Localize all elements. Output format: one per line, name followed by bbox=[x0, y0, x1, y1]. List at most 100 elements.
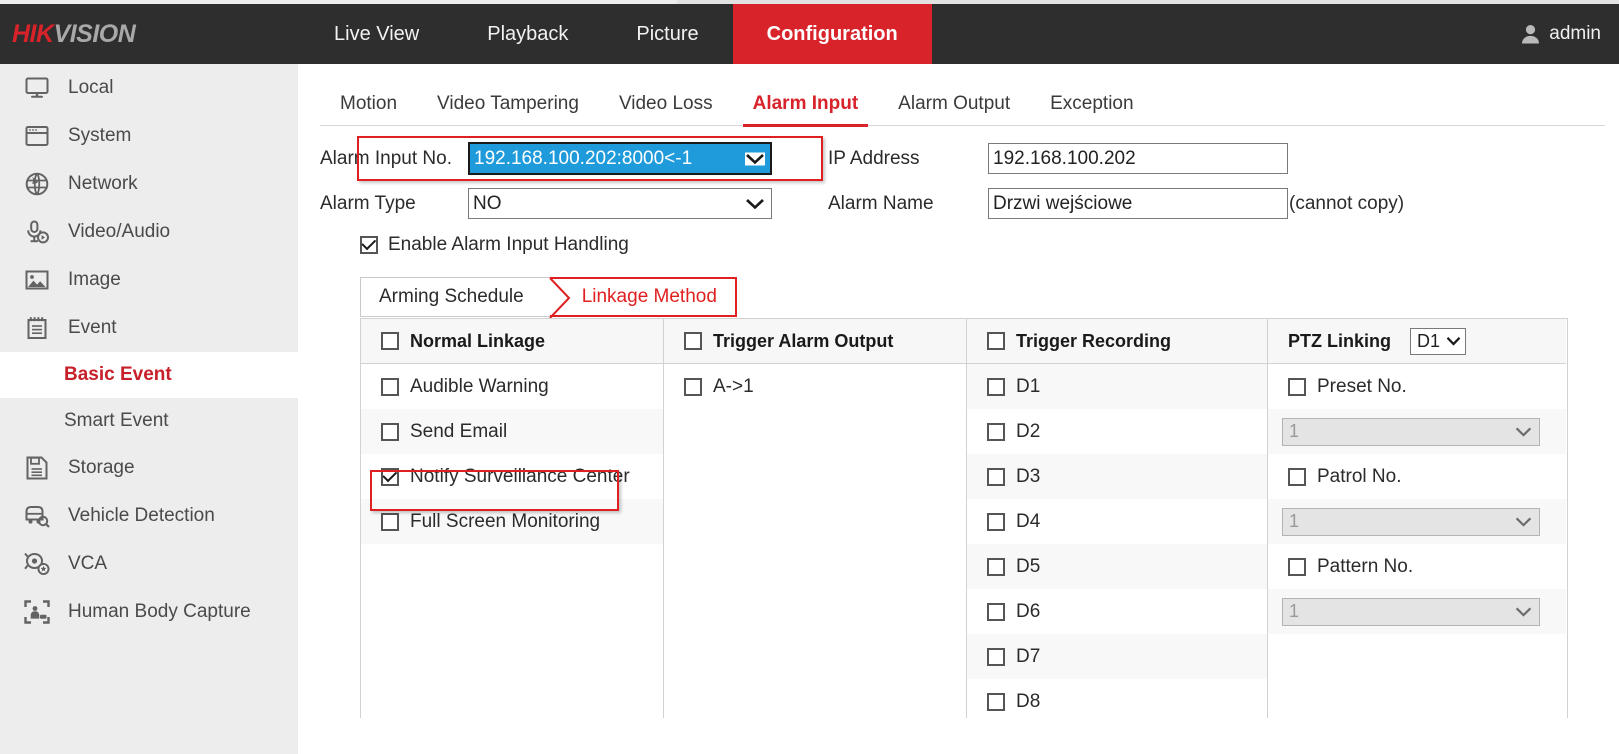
tab-exception[interactable]: Exception bbox=[1030, 93, 1153, 125]
crumb-linkage-method-label: Linkage Method bbox=[582, 286, 717, 308]
patrol-no-label: Patrol No. bbox=[1317, 466, 1401, 488]
alarm-output-a1-checkbox[interactable] bbox=[684, 378, 702, 396]
full-screen-monitoring-checkbox[interactable] bbox=[381, 513, 399, 531]
list-item[interactable]: Preset No. bbox=[1268, 364, 1566, 409]
audible-warning-checkbox[interactable] bbox=[381, 378, 399, 396]
nav-playback[interactable]: Playback bbox=[453, 4, 602, 64]
list-item[interactable]: Notify Surveillance Center bbox=[361, 454, 663, 499]
trigger-recording-header: Trigger Recording bbox=[967, 319, 1267, 364]
alarm-input-no-select[interactable]: 192.168.100.202:8000<-1 bbox=[468, 142, 772, 175]
patrol-no-checkbox[interactable] bbox=[1288, 468, 1306, 486]
notify-surveillance-center-label: Notify Surveillance Center bbox=[410, 466, 630, 488]
list-item[interactable]: D3 bbox=[967, 454, 1267, 499]
recording-d7-checkbox[interactable] bbox=[987, 648, 1005, 666]
crumb-linkage-method[interactable]: Linkage Method bbox=[550, 277, 737, 317]
tab-motion[interactable]: Motion bbox=[320, 93, 417, 125]
nav-live-view[interactable]: Live View bbox=[300, 4, 453, 64]
sidebar-item-event-label: Event bbox=[68, 317, 117, 339]
monitor-icon bbox=[22, 77, 52, 99]
sidebar-item-image[interactable]: Image bbox=[0, 256, 298, 304]
alarm-type-select[interactable]: NO bbox=[468, 188, 772, 219]
recording-d3-checkbox[interactable] bbox=[987, 468, 1005, 486]
recording-d4-checkbox[interactable] bbox=[987, 513, 1005, 531]
list-item[interactable]: A->1 bbox=[664, 364, 966, 409]
alarm-name-field[interactable] bbox=[988, 188, 1288, 219]
recording-d6-checkbox[interactable] bbox=[987, 603, 1005, 621]
header-user-area[interactable]: admin bbox=[1521, 4, 1619, 64]
list-item[interactable]: D7 bbox=[967, 634, 1267, 679]
nav-picture[interactable]: Picture bbox=[602, 4, 732, 64]
list-item[interactable]: Audible Warning bbox=[361, 364, 663, 409]
notepad-icon bbox=[22, 316, 52, 340]
page-root: HIKVISION Live View Playback Picture Con… bbox=[0, 0, 1619, 754]
sidebar-item-network-label: Network bbox=[68, 173, 138, 195]
patrol-no-select[interactable]: 1 bbox=[1282, 508, 1540, 536]
sidebar-item-video-audio[interactable]: Video/Audio bbox=[0, 208, 298, 256]
enable-alarm-input-handling-checkbox[interactable] bbox=[360, 236, 378, 254]
recording-d8-checkbox[interactable] bbox=[987, 693, 1005, 711]
trigger-recording-select-all-checkbox[interactable] bbox=[987, 332, 1005, 350]
preset-no-select[interactable]: 1 bbox=[1282, 418, 1540, 446]
sidebar-item-system[interactable]: System bbox=[0, 112, 298, 160]
tab-exception-label: Exception bbox=[1050, 93, 1133, 114]
sidebar-item-vca-label: VCA bbox=[68, 553, 107, 575]
ptz-linking-header: PTZ Linking D1 bbox=[1268, 319, 1566, 364]
send-email-checkbox[interactable] bbox=[381, 423, 399, 441]
recording-d1-label: D1 bbox=[1016, 376, 1040, 398]
tab-video-tampering[interactable]: Video Tampering bbox=[417, 93, 599, 125]
recording-d1-checkbox[interactable] bbox=[987, 378, 1005, 396]
list-item[interactable]: D8 bbox=[967, 679, 1267, 718]
crumb-arming-schedule[interactable]: Arming Schedule bbox=[360, 277, 550, 317]
list-item[interactable]: D4 bbox=[967, 499, 1267, 544]
cannot-copy-note: (cannot copy) bbox=[1289, 193, 1404, 215]
pattern-no-label: Pattern No. bbox=[1317, 556, 1413, 578]
sidebar-item-network[interactable]: Network bbox=[0, 160, 298, 208]
trigger-alarm-output-select-all-checkbox[interactable] bbox=[684, 332, 702, 350]
sidebar-item-local[interactable]: Local bbox=[0, 64, 298, 112]
enable-alarm-input-handling-row[interactable]: Enable Alarm Input Handling bbox=[360, 234, 629, 256]
hikvision-logo[interactable]: HIKVISION bbox=[0, 4, 300, 64]
list-item[interactable]: Pattern No. bbox=[1268, 544, 1566, 589]
nav-configuration[interactable]: Configuration bbox=[733, 4, 932, 64]
list-item[interactable]: D2 bbox=[967, 409, 1267, 454]
recording-d5-checkbox[interactable] bbox=[987, 558, 1005, 576]
list-item[interactable]: Patrol No. bbox=[1268, 454, 1566, 499]
list-item[interactable]: Send Email bbox=[361, 409, 663, 454]
tab-alarm-output[interactable]: Alarm Output bbox=[878, 93, 1030, 125]
username-label: admin bbox=[1549, 23, 1601, 45]
sidebar-item-smart-event[interactable]: Smart Event bbox=[0, 398, 298, 444]
preset-no-label: Preset No. bbox=[1317, 376, 1407, 398]
sidebar-item-human-body-capture[interactable]: Human Body Capture bbox=[0, 588, 298, 636]
ip-address-field[interactable] bbox=[988, 143, 1288, 174]
app-header: HIKVISION Live View Playback Picture Con… bbox=[0, 4, 1619, 64]
vca-icon bbox=[22, 552, 52, 576]
list-item[interactable]: Full Screen Monitoring bbox=[361, 499, 663, 544]
sidebar-item-basic-event[interactable]: Basic Event bbox=[0, 352, 298, 398]
tab-alarm-output-label: Alarm Output bbox=[898, 93, 1010, 114]
list-item[interactable]: D5 bbox=[967, 544, 1267, 589]
tab-video-loss[interactable]: Video Loss bbox=[599, 93, 733, 125]
pattern-no-select[interactable]: 1 bbox=[1282, 598, 1540, 626]
column-trigger-alarm-output: Trigger Alarm Output A->1 bbox=[663, 319, 966, 718]
sidebar-item-storage-label: Storage bbox=[68, 457, 135, 479]
ptz-channel-select[interactable]: D1 bbox=[1410, 328, 1466, 355]
notify-surveillance-center-checkbox[interactable] bbox=[381, 468, 399, 486]
sidebar-item-vehicle-detection[interactable]: Vehicle Detection bbox=[0, 492, 298, 540]
audible-warning-label: Audible Warning bbox=[410, 376, 549, 398]
tab-alarm-input[interactable]: Alarm Input bbox=[733, 93, 879, 125]
tab-motion-label: Motion bbox=[340, 93, 397, 114]
list-item[interactable]: D6 bbox=[967, 589, 1267, 634]
recording-d2-checkbox[interactable] bbox=[987, 423, 1005, 441]
sidebar-item-vca[interactable]: VCA bbox=[0, 540, 298, 588]
pattern-no-checkbox[interactable] bbox=[1288, 558, 1306, 576]
sidebar-item-event[interactable]: Event bbox=[0, 304, 298, 352]
sidebar-item-storage[interactable]: Storage bbox=[0, 444, 298, 492]
user-avatar-icon bbox=[1521, 24, 1540, 44]
picture-icon bbox=[22, 269, 52, 291]
preset-no-row: 1 bbox=[1268, 409, 1566, 454]
list-item[interactable]: D1 bbox=[967, 364, 1267, 409]
microphone-play-icon bbox=[22, 220, 52, 244]
preset-no-checkbox[interactable] bbox=[1288, 378, 1306, 396]
recording-d2-label: D2 bbox=[1016, 421, 1040, 443]
normal-linkage-select-all-checkbox[interactable] bbox=[381, 332, 399, 350]
